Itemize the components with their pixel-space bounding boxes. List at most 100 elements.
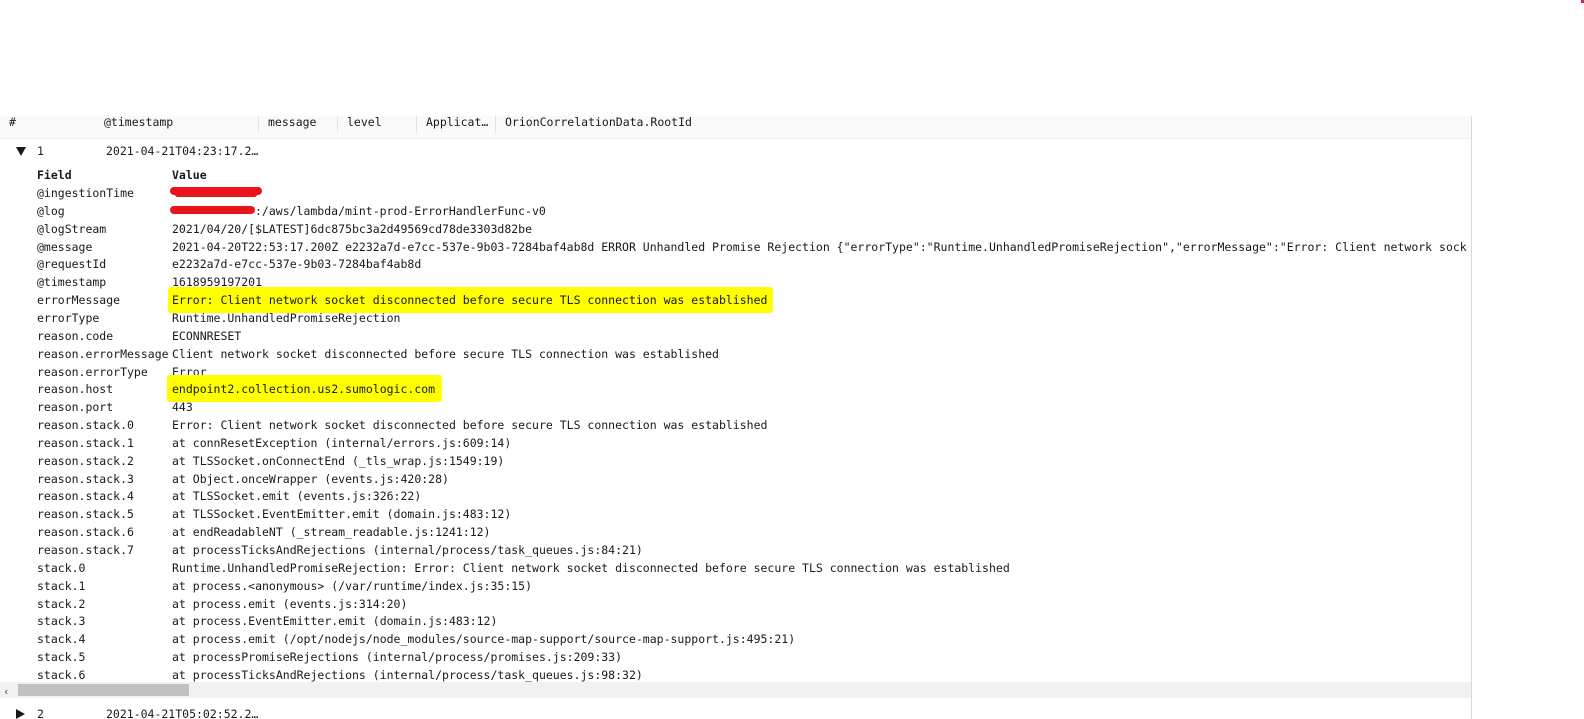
field-value: 443 xyxy=(172,400,193,414)
field-name: reason.stack.4 xyxy=(37,489,134,503)
field-name: stack.0 xyxy=(37,561,86,575)
column-divider[interactable] xyxy=(258,116,259,132)
field-row[interactable]: @log :/aws/lambda/mint-prod-ErrorHandlerF… xyxy=(0,202,1471,220)
field-name: reason.errorType xyxy=(37,365,148,379)
field-row[interactable]: reason.stack.6 at endReadableNT (_stream_… xyxy=(0,523,1471,541)
field-name: reason.stack.3 xyxy=(37,472,134,486)
field-name: @log xyxy=(37,204,65,218)
caret-right-icon[interactable] xyxy=(16,709,25,719)
column-header-timestamp[interactable]: @timestamp xyxy=(104,116,173,129)
field-name: reason.stack.5 xyxy=(37,507,134,521)
field-name: @message xyxy=(37,240,93,254)
field-row[interactable]: reason.stack.0 Error: Client network sock… xyxy=(0,416,1471,434)
field-row[interactable]: stack.1 at process.<anonymous> (/var/runt… xyxy=(0,577,1471,595)
field-value: 2021-04-20T22:53:17.200Z e2232a7d-e7cc-5… xyxy=(172,240,1467,254)
field-value: :/aws/lambda/mint-prod-ErrorHandlerFunc-… xyxy=(255,204,546,218)
field-name: stack.5 xyxy=(37,650,86,664)
field-row[interactable]: errorMessage Error: Client network socket… xyxy=(0,287,1471,313)
field-table-header: Field Value xyxy=(0,166,1471,184)
row-timestamp: 2021-04-21T04:23:17.2… xyxy=(106,144,259,158)
field-name: reason.stack.7 xyxy=(37,543,134,557)
row-detail-fields: Field Value @ingestionTime @log :/aws/lamb… xyxy=(0,166,1471,686)
field-row[interactable]: reason.stack.5 at TLSSocket.EventEmitter.… xyxy=(0,505,1471,523)
field-value: 2021/04/20/[$LATEST]6dc875bc3a2d49569cd7… xyxy=(172,222,533,236)
row-number: 1 xyxy=(37,144,44,158)
field-row[interactable]: reason.stack.1 at connResetException (int… xyxy=(0,434,1471,452)
field-value: e2232a7d-e7cc-537e-9b03-7284baf4ab8d xyxy=(172,257,422,271)
field-name: @logStream xyxy=(37,222,107,236)
field-row[interactable]: reason.stack.3 at Object.onceWrapper (eve… xyxy=(0,470,1471,488)
field-value: at TLSSocket.onConnectEnd (_tls_wrap.js:… xyxy=(172,454,505,468)
column-divider[interactable] xyxy=(416,116,417,132)
field-name: reason.port xyxy=(37,400,114,414)
field-name: stack.4 xyxy=(37,632,86,646)
field-name: reason.stack.2 xyxy=(37,454,134,468)
scroll-left-arrow-icon[interactable]: ‹ xyxy=(4,685,8,698)
field-row[interactable]: stack.5 at processPromiseRejections (inte… xyxy=(0,648,1471,666)
log-results-table: # @timestamp message level Applicat… Ori… xyxy=(0,116,1472,719)
field-name: reason.code xyxy=(37,329,114,343)
field-row[interactable]: reason.host endpoint2.collection.us2.sumo… xyxy=(0,375,1471,402)
field-name: stack.3 xyxy=(37,614,86,628)
field-row[interactable]: stack.3 at process.EventEmitter.emit (dom… xyxy=(0,612,1471,630)
field-name: stack.1 xyxy=(37,579,86,593)
column-divider[interactable] xyxy=(495,116,496,132)
field-value: at endReadableNT (_stream_readable.js:12… xyxy=(172,525,491,539)
field-name: reason.errorMessage xyxy=(37,347,169,361)
field-name: errorMessage xyxy=(37,293,121,307)
column-header-message[interactable]: message xyxy=(268,116,316,129)
field-row[interactable]: reason.stack.2 at TLSSocket.onConnectEnd … xyxy=(0,452,1471,470)
field-name: reason.stack.6 xyxy=(37,525,134,539)
field-value: at process.<anonymous> (/var/runtime/ind… xyxy=(172,579,533,593)
field-row[interactable]: stack.2 at process.emit (events.js:314:20… xyxy=(0,595,1471,613)
column-header-level[interactable]: level xyxy=(347,116,382,129)
field-value: at Object.onceWrapper (events.js:420:28) xyxy=(172,472,449,486)
field-value: ECONNRESET xyxy=(172,329,242,343)
redaction-scribble xyxy=(175,192,257,197)
table-header: # @timestamp message level Applicat… Ori… xyxy=(0,116,1471,139)
field-name: reason.stack.0 xyxy=(37,418,134,432)
field-value: at processPromiseRejections (internal/pr… xyxy=(172,650,623,664)
field-value: at process.emit (/opt/nodejs/node_module… xyxy=(172,632,796,646)
row-timestamp: 2021-04-21T05:02:52.2… xyxy=(106,707,259,719)
field-name: @ingestionTime xyxy=(37,186,134,200)
field-row[interactable]: reason.code ECONNRESET xyxy=(0,327,1471,345)
field-row[interactable]: @logStream 2021/04/20/[$LATEST]6dc875bc3a… xyxy=(0,220,1471,238)
field-value: at processTicksAndRejections (internal/p… xyxy=(172,543,643,557)
field-value: at connResetException (internal/errors.j… xyxy=(172,436,512,450)
field-value: Runtime.UnhandledPromiseRejection xyxy=(172,311,401,325)
field-value: at process.EventEmitter.emit (domain.js:… xyxy=(172,614,498,628)
column-divider[interactable] xyxy=(337,116,338,132)
field-column-header: Field xyxy=(37,168,72,182)
field-row[interactable]: reason.stack.7 at processTicksAndRejectio… xyxy=(0,541,1471,559)
field-value: at TLSSocket.emit (events.js:326:22) xyxy=(172,489,422,503)
field-value: Error: Client network socket disconnecte… xyxy=(172,418,768,432)
field-name: @requestId xyxy=(37,257,107,271)
field-value: Error: Client network socket disconnecte… xyxy=(172,293,768,307)
field-row[interactable]: stack.0 Runtime.UnhandledPromiseRejection… xyxy=(0,559,1471,577)
field-row[interactable]: reason.stack.4 at TLSSocket.emit (events.… xyxy=(0,487,1471,505)
caret-down-icon[interactable] xyxy=(16,147,26,156)
field-value: at TLSSocket.EventEmitter.emit (domain.j… xyxy=(172,507,512,521)
scrollbar-thumb[interactable] xyxy=(18,684,189,696)
field-row[interactable]: stack.4 at process.emit (/opt/nodejs/node… xyxy=(0,630,1471,648)
field-row[interactable]: reason.port 443 xyxy=(0,398,1471,416)
field-row[interactable]: errorType Runtime.UnhandledPromiseRejecti… xyxy=(0,309,1471,327)
field-value: at process.emit (events.js:314:20) xyxy=(172,597,408,611)
field-row[interactable]: @ingestionTime xyxy=(0,184,1471,202)
field-name: @timestamp xyxy=(37,275,107,289)
field-row[interactable]: reason.errorMessage Client network socket… xyxy=(0,345,1471,363)
field-row[interactable]: @message 2021-04-20T22:53:17.200Z e2232a7… xyxy=(0,238,1471,256)
row-number: 2 xyxy=(37,707,44,719)
field-name: errorType xyxy=(37,311,100,325)
table-row[interactable]: 2 2021-04-21T05:02:52.2… xyxy=(0,703,1471,719)
field-name: reason.stack.1 xyxy=(37,436,134,450)
field-value: endpoint2.collection.us2.sumologic.com xyxy=(172,382,436,396)
field-row[interactable]: @requestId e2232a7d-e7cc-537e-9b03-7284ba… xyxy=(0,255,1471,273)
table-row[interactable]: 1 2021-04-21T04:23:17.2… xyxy=(0,142,1471,162)
column-header-number[interactable]: # xyxy=(9,116,16,129)
column-header-root-id[interactable]: OrionCorrelationData.RootId xyxy=(505,116,692,129)
column-header-application[interactable]: Applicat… xyxy=(426,116,488,129)
field-value: Runtime.UnhandledPromiseRejection: Error… xyxy=(172,561,1010,575)
horizontal-scrollbar[interactable]: ‹ xyxy=(0,682,1471,698)
